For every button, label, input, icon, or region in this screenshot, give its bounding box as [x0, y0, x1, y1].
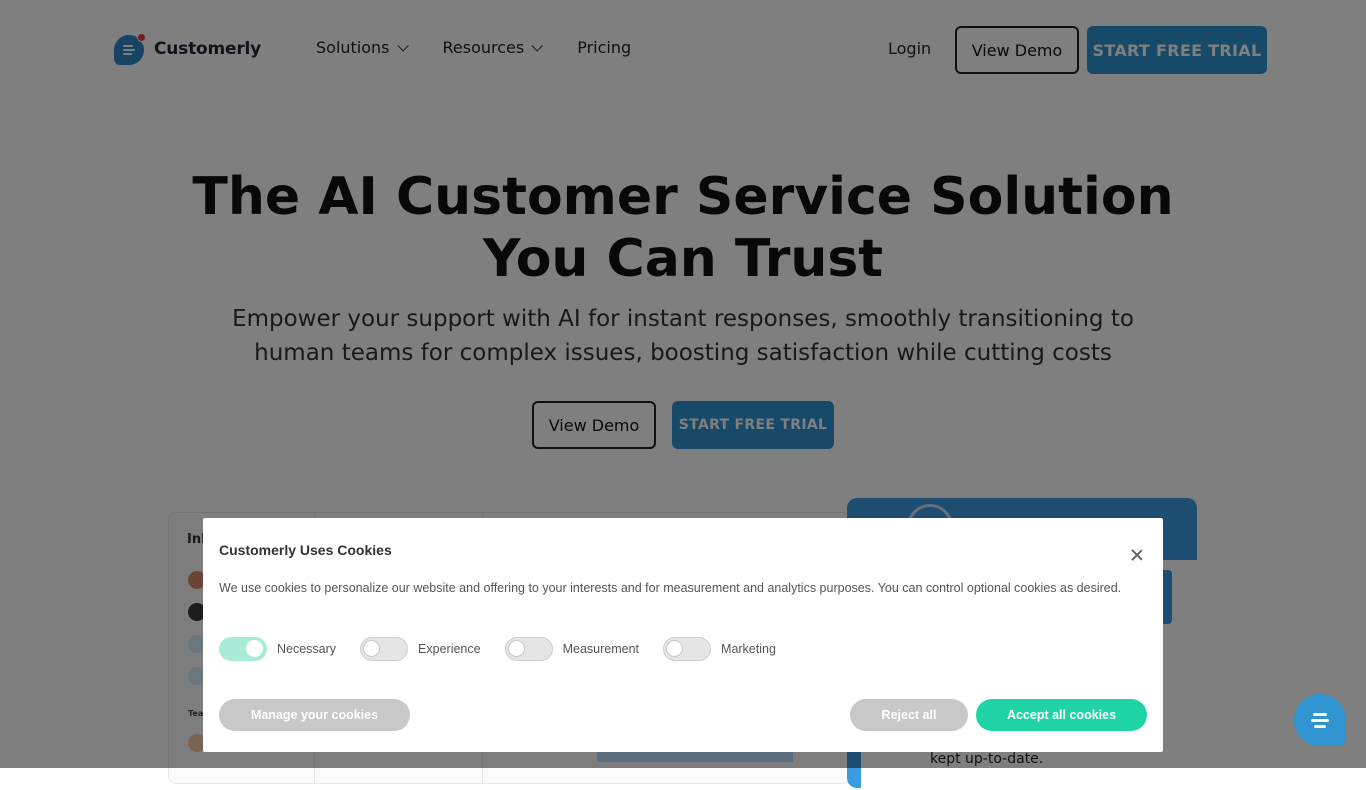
- cookie-toggle-group: Necessary Experience Measurement Marketi…: [219, 637, 800, 661]
- toggle-label: Marketing: [721, 642, 776, 656]
- cookie-toggle-measurement: Measurement: [504, 637, 640, 661]
- cookie-toggle-experience: Experience: [360, 637, 481, 661]
- cookie-consent-dialog: Customerly Uses Cookies We use cookies t…: [203, 518, 1163, 752]
- experience-toggle-switch[interactable]: [360, 637, 409, 661]
- marketing-toggle-switch[interactable]: [663, 637, 712, 661]
- cookie-toggle-necessary: Necessary: [219, 637, 336, 661]
- toggle-label: Measurement: [562, 642, 640, 656]
- measurement-toggle-switch[interactable]: [504, 637, 553, 661]
- cookie-toggle-marketing: Marketing: [663, 637, 776, 661]
- chat-launcher-button[interactable]: [1294, 694, 1346, 746]
- reject-all-button[interactable]: Reject all: [850, 699, 968, 731]
- toggle-label: Necessary: [277, 642, 337, 656]
- manage-cookies-button[interactable]: Manage your cookies: [219, 699, 410, 731]
- accept-all-cookies-button[interactable]: Accept all cookies: [976, 699, 1147, 731]
- toggle-label: Experience: [418, 642, 481, 656]
- cookie-dialog-text: We use cookies to personalize our websit…: [219, 581, 1122, 595]
- cookie-dialog-title: Customerly Uses Cookies: [219, 542, 392, 558]
- necessary-toggle-switch[interactable]: [219, 637, 267, 661]
- close-icon[interactable]: [1130, 548, 1144, 562]
